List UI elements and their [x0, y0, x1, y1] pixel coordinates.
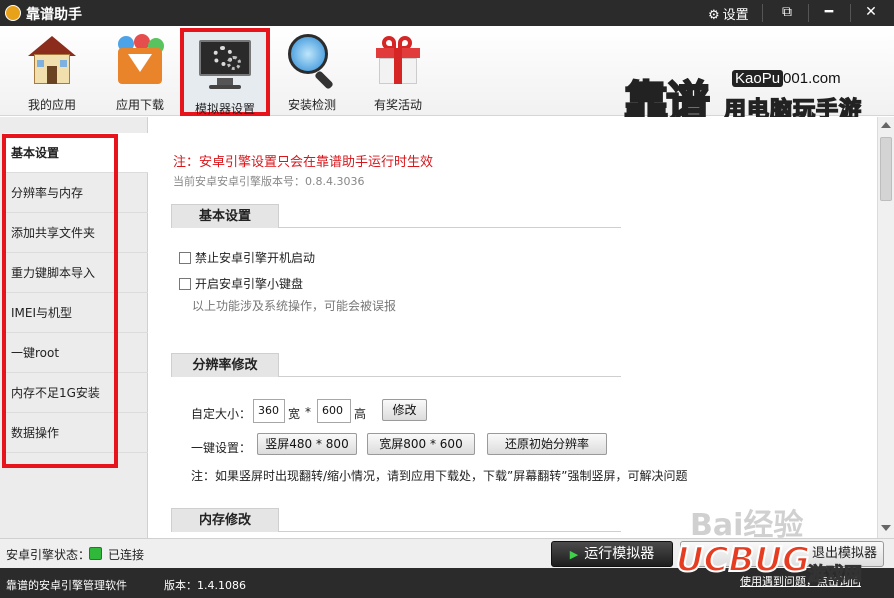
download-box-icon — [114, 34, 166, 86]
divider — [762, 4, 763, 22]
resolution-note: 注：如果竖屏时出现翻转/缩小情况，请到应用下载处，下载”屏幕翻转”强制竖屏，可解… — [191, 469, 688, 483]
section-resolution: 分辨率修改 — [171, 353, 621, 377]
engine-notice: 注：安卓引擎设置只会在靠谱助手运行时生效 — [173, 155, 434, 170]
section-title: 分辨率修改 — [171, 353, 279, 377]
width-input[interactable]: 360 — [253, 399, 285, 423]
option-label: 开启安卓引擎小键盘 — [195, 277, 304, 291]
settings-content: 注：安卓引擎设置只会在靠谱助手运行时生效 当前安卓安卓引擎版本号：0.8.4.3… — [149, 117, 877, 538]
app-version: 版本：1.4.1086 — [164, 579, 246, 592]
gear-icon: ⚙ — [708, 8, 720, 23]
toolbar-label: 应用下载 — [115, 98, 164, 112]
main-toolbar: 我的应用 应用下载 模拟器设置 安装检测 有奖活动 靠谱 KaoPu 001.co… — [0, 26, 894, 129]
section-title: 基本设置 — [171, 204, 279, 228]
height-input[interactable]: 600 — [317, 399, 351, 423]
content-scrollbar[interactable] — [877, 117, 894, 538]
toolbar-rewards[interactable]: 有奖活动 — [358, 32, 438, 112]
brand-url: KaoPu 001.com — [732, 70, 841, 87]
toolbar-label: 我的应用 — [27, 98, 76, 112]
landscape-800-button[interactable]: 宽屏800 * 600 — [367, 433, 475, 455]
settings-sidebar: 基本设置 分辨率与内存 添加共享文件夹 重力键脚本导入 IMEI与机型 一键ro… — [0, 117, 148, 538]
times-sign: * — [305, 405, 311, 419]
checkbox[interactable] — [179, 278, 191, 290]
close-icon[interactable]: ✕ — [852, 0, 890, 26]
settings-button[interactable]: ⚙ 设置 — [708, 4, 749, 23]
sidebar-item-resolution-memory[interactable]: 分辨率与内存 — [4, 173, 148, 213]
basic-hint: 以上功能涉及系统操作，可能会被误报 — [192, 299, 397, 313]
sidebar-item-gravity-script[interactable]: 重力键脚本导入 — [4, 253, 148, 293]
house-icon — [26, 34, 78, 86]
engine-status-value: 已连接 — [108, 548, 145, 562]
sidebar-item-shared-folder[interactable]: 添加共享文件夹 — [4, 213, 148, 253]
scroll-thumb[interactable] — [880, 137, 892, 201]
toolbar-app-download[interactable]: 应用下载 — [100, 32, 180, 112]
toolbar-my-apps[interactable]: 我的应用 — [12, 32, 92, 112]
toolbar-label: 安装检测 — [287, 98, 336, 112]
sidebar-item-imei[interactable]: IMEI与机型 — [4, 293, 148, 333]
onekey-label: 一键设置： — [191, 441, 252, 455]
app-title: 靠谱助手 — [26, 7, 82, 23]
monitor-gear-icon — [199, 38, 251, 90]
section-basic: 基本设置 — [171, 204, 621, 228]
modify-button[interactable]: 修改 — [382, 399, 427, 421]
divider — [850, 4, 851, 22]
help-link[interactable]: 使用遇到问题，点击询问 — [740, 573, 861, 589]
toolbar-label: 有奖活动 — [373, 98, 422, 112]
portrait-480-button[interactable]: 竖屏480 * 800 — [257, 433, 357, 455]
connected-led-icon — [89, 547, 102, 560]
run-emulator-button[interactable]: ▶ 运行模拟器 — [551, 541, 673, 567]
scroll-down-icon[interactable] — [881, 525, 891, 531]
divider — [808, 4, 809, 22]
width-unit: 宽 — [288, 407, 301, 421]
status-bar: 安卓引擎状态： 已连接 ▶ 运行模拟器 退出模拟器 — [0, 538, 894, 568]
engine-status-label: 安卓引擎状态： — [6, 548, 91, 562]
toolbar-install-check[interactable]: 安装检测 — [272, 32, 352, 112]
restore-icon[interactable]: ⧉ — [768, 0, 806, 26]
sidebar-item-low-memory[interactable]: 内存不足1G安装 — [4, 373, 148, 413]
sidebar-item-basic[interactable]: 基本设置 — [4, 133, 148, 173]
section-memory: 内存修改 — [171, 508, 621, 532]
magnifier-icon — [286, 34, 338, 90]
run-emulator-label: 运行模拟器 — [584, 546, 655, 562]
footer-bar: 靠谱的安卓引擎管理软件 版本：1.4.1086 使用遇到问题，点击询问 — [0, 568, 894, 598]
option-disable-autostart[interactable]: 禁止安卓引擎开机启动 — [179, 249, 315, 266]
product-description: 靠谱的安卓引擎管理软件 — [6, 579, 127, 592]
scroll-up-icon[interactable] — [881, 122, 891, 128]
settings-label: 设置 — [722, 8, 749, 23]
sidebar-item-data[interactable]: 数据操作 — [4, 413, 148, 453]
custom-size-label: 自定大小： — [191, 407, 252, 421]
checkbox[interactable] — [179, 252, 191, 264]
option-label: 禁止安卓引擎开机启动 — [195, 251, 316, 265]
close-emulator-button[interactable]: 退出模拟器 — [680, 541, 884, 567]
app-logo-icon — [5, 5, 21, 21]
section-title: 内存修改 — [171, 508, 279, 532]
option-enable-keyboard[interactable]: 开启安卓引擎小键盘 — [179, 275, 303, 292]
toolbar-label: 模拟器设置 — [194, 102, 255, 116]
engine-version: 当前安卓安卓引擎版本号：0.8.4.3036 — [173, 175, 365, 188]
play-icon: ▶ — [569, 548, 579, 561]
restore-resolution-button[interactable]: 还原初始分辨率 — [487, 433, 607, 455]
title-bar: 靠谱助手 ⚙ 设置 ⧉ ━ ✕ — [0, 0, 894, 26]
minimize-icon[interactable]: ━ — [810, 0, 848, 26]
gift-icon — [372, 34, 424, 86]
height-unit: 高 — [354, 407, 367, 421]
sidebar-item-root[interactable]: 一键root — [4, 333, 148, 373]
toolbar-emulator-settings[interactable]: 模拟器设置 — [180, 28, 270, 116]
